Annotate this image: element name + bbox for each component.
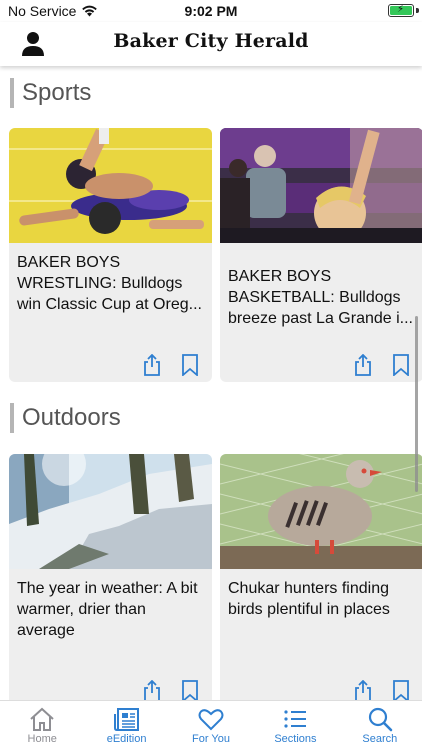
- article-image-chukar: [220, 454, 422, 569]
- tab-label: eEdition: [106, 733, 147, 745]
- tab-label: Search: [362, 733, 398, 745]
- article-title[interactable]: BAKER BOYS BASKETBALL: Bulldogs breeze p…: [228, 266, 417, 329]
- article-card[interactable]: The year in weather: A bit warmer, drier…: [9, 454, 212, 700]
- search-icon: [368, 707, 393, 732]
- tab-label: For You: [192, 733, 230, 745]
- heart-icon: [198, 709, 224, 731]
- home-icon: [30, 707, 54, 731]
- tab-search[interactable]: Search: [338, 701, 422, 750]
- list-icon: [284, 710, 307, 728]
- bookmark-icon[interactable]: [391, 680, 411, 700]
- battery-icon: ⚡: [388, 4, 414, 17]
- article-image-snow-forest: [9, 454, 212, 569]
- section-title: Sports: [22, 79, 92, 106]
- article-image-basketball: [220, 128, 422, 243]
- article-title[interactable]: BAKER BOYS WRESTLING: Bulldogs win Class…: [17, 252, 206, 315]
- share-icon[interactable]: [142, 354, 162, 376]
- share-icon[interactable]: [142, 680, 162, 700]
- status-time: 9:02 PM: [184, 3, 238, 19]
- bookmark-icon[interactable]: [391, 354, 411, 376]
- tab-bar: Home eEdition For You Sections Search: [0, 700, 422, 750]
- article-card[interactable]: BAKER BOYS WRESTLING: Bulldogs win Class…: [9, 128, 212, 382]
- bookmark-icon[interactable]: [180, 680, 200, 700]
- share-icon[interactable]: [353, 354, 373, 376]
- article-title[interactable]: Chukar hunters finding birds plentiful i…: [228, 578, 417, 620]
- tab-label: Sections: [274, 733, 317, 745]
- app-header: Baker City Herald: [0, 22, 422, 66]
- tab-sections[interactable]: Sections: [253, 701, 337, 750]
- tab-label: Home: [27, 733, 57, 745]
- article-card[interactable]: Chukar hunters finding birds plentiful i…: [220, 454, 422, 700]
- content-feed[interactable]: Sports BAKER BOYS WRESTLING: Bulldogs wi…: [0, 66, 422, 700]
- brand-logo[interactable]: Baker City Herald: [0, 30, 422, 52]
- section-header-outdoors[interactable]: Outdoors: [10, 403, 121, 433]
- status-bar: No Service 9:02 PM ⚡: [0, 0, 422, 22]
- article-image-wrestling: [9, 128, 212, 243]
- section-accent-bar: [10, 403, 14, 433]
- section-header-sports[interactable]: Sports: [10, 78, 91, 108]
- share-icon[interactable]: [353, 680, 373, 700]
- tab-eedition[interactable]: eEdition: [84, 701, 168, 750]
- newspaper-icon: [113, 708, 139, 731]
- battery-nub: [416, 8, 419, 13]
- section-title: Outdoors: [22, 404, 121, 431]
- article-card[interactable]: BAKER BOYS BASKETBALL: Bulldogs breeze p…: [220, 128, 422, 382]
- bookmark-icon[interactable]: [180, 354, 200, 376]
- scroll-indicator[interactable]: [415, 316, 418, 492]
- article-title[interactable]: The year in weather: A bit warmer, drier…: [17, 578, 206, 641]
- tab-for-you[interactable]: For You: [169, 701, 253, 750]
- tab-home[interactable]: Home: [0, 701, 84, 750]
- section-accent-bar: [10, 78, 14, 108]
